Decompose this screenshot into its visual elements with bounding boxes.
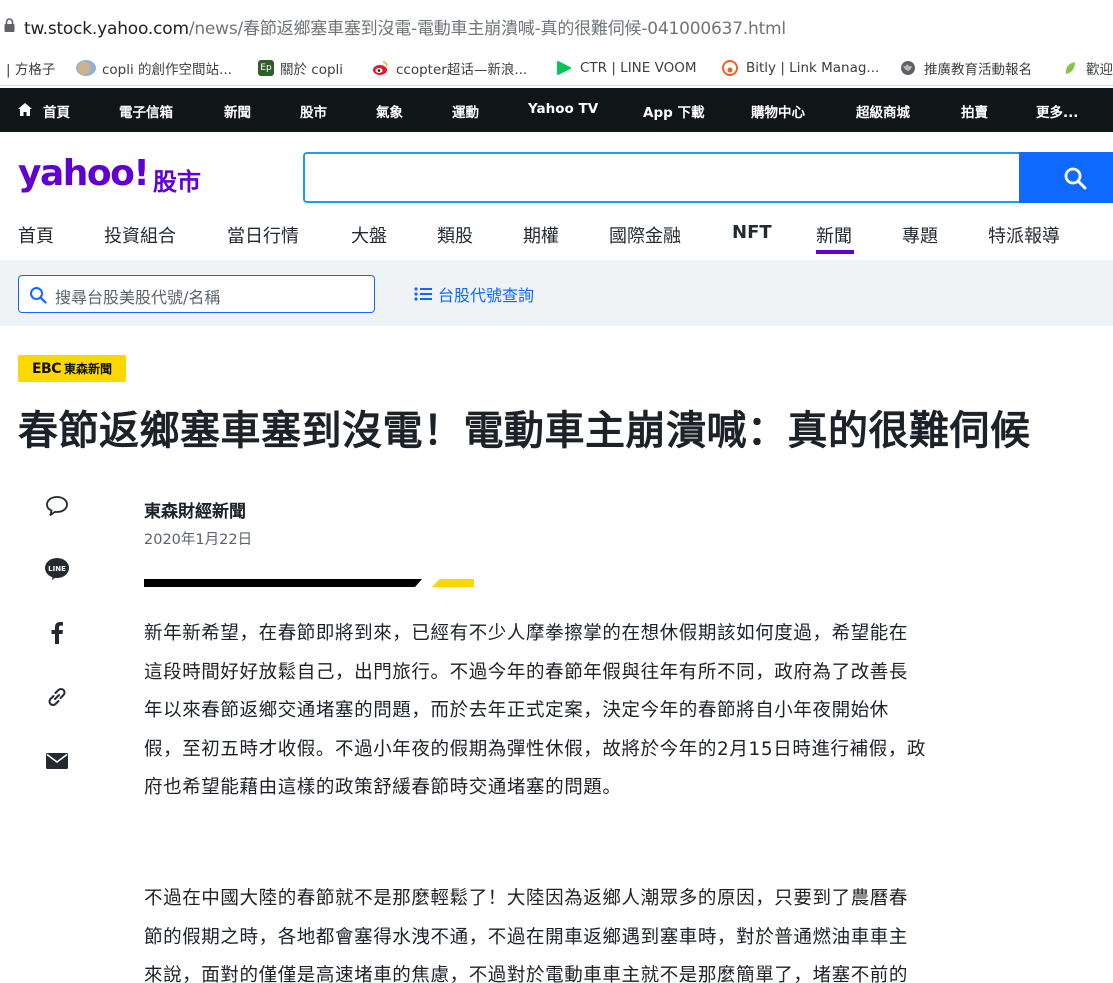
stock-category-nav: 首頁 投資組合 當日行情 大盤 類股 期權 國際金融 NFT 新聞 專題 特派報… bbox=[0, 208, 1113, 258]
line-icon: LINE bbox=[45, 558, 69, 580]
yahoo-logo[interactable]: yahoo! bbox=[18, 156, 150, 192]
tab-news[interactable]: 新聞 bbox=[816, 222, 852, 248]
list-icon bbox=[414, 287, 432, 301]
line-share-button[interactable]: LINE bbox=[42, 554, 72, 584]
article-paragraph: 不過在中國大陸的春節就不是那麼輕鬆了！大陸因為返鄉人潮眾多的原因，只要到了農曆春… bbox=[144, 880, 1014, 983]
leaf-icon bbox=[1065, 62, 1075, 74]
byline-divider-accent bbox=[432, 579, 474, 587]
site-search-input[interactable] bbox=[303, 152, 1019, 203]
bookmark-label: Bitly | Link Manag... bbox=[746, 60, 880, 76]
bookmark-label: ccopter超话—新浪... bbox=[396, 62, 528, 78]
bookmark-label: copli 的創作空間站... bbox=[102, 62, 232, 78]
tab-portfolio[interactable]: 投資組合 bbox=[104, 222, 176, 248]
site-search-button[interactable] bbox=[1019, 152, 1113, 203]
topnav-item-home[interactable]: 首頁 bbox=[43, 101, 70, 121]
paragraph-line: 府也希望能藉由這樣的政策舒緩春節時交通堵塞的問題。 bbox=[144, 777, 622, 798]
copy-link-button[interactable] bbox=[42, 682, 72, 712]
topnav-item-shopping[interactable]: 購物中心 bbox=[751, 101, 805, 121]
bookmark-label: 推廣教育活動報名 bbox=[924, 62, 1032, 78]
globe-icon bbox=[901, 61, 915, 75]
article-paragraph: 新年新希望，在春節即將到來，已經有不少人摩拳擦掌的在想休假期該如何度過，希望能在… bbox=[144, 615, 1014, 808]
weibo-icon bbox=[373, 61, 388, 75]
bookmark-item[interactable]: Bitly | Link Manag... bbox=[720, 57, 879, 79]
tab-topics[interactable]: 專題 bbox=[902, 222, 938, 248]
topnav-item-yahoo-tv[interactable]: Yahoo TV bbox=[528, 101, 598, 117]
bookmark-item[interactable]: ccopter超话—新浪... bbox=[370, 57, 527, 79]
tab-global-finance[interactable]: 國際金融 bbox=[609, 222, 681, 248]
ebc-source-label: 東森新聞 bbox=[64, 362, 113, 376]
bookmarks-bar: | 方格子 copli 的創作空間站... Ep 關於 copli ccopte… bbox=[0, 50, 1113, 86]
url-text[interactable]: tw.stock.yahoo.com/news/春節返鄉塞車塞到沒電-電動車主崩… bbox=[24, 14, 786, 39]
topnav-item-mail[interactable]: 電子信箱 bbox=[119, 101, 173, 121]
address-bar[interactable]: tw.stock.yahoo.com/news/春節返鄉塞車塞到沒電-電動車主崩… bbox=[0, 0, 1113, 50]
bookmark-label: 關於 copli bbox=[280, 62, 344, 78]
bitly-icon bbox=[722, 60, 738, 76]
stock-code-lookup-label: 台股代號查詢 bbox=[438, 286, 535, 305]
tab-sectors[interactable]: 類股 bbox=[437, 222, 473, 248]
bookmark-label: | 方格子 bbox=[6, 62, 56, 78]
stock-search-input[interactable]: 搜尋台股美股代號/名稱 bbox=[18, 275, 375, 313]
article-author[interactable]: 東森財經新聞 bbox=[144, 497, 246, 522]
topnav-item-more[interactable]: 更多... bbox=[1036, 101, 1078, 121]
paragraph-line: 新年新希望，在春節即將到來，已經有不少人摩拳擦掌的在想休假期該如何度過，希望能在 bbox=[144, 623, 909, 644]
stock-search-strip: 搜尋台股美股代號/名稱 台股代號查詢 bbox=[0, 260, 1113, 326]
email-share-button[interactable] bbox=[42, 746, 72, 776]
facebook-icon bbox=[51, 622, 63, 644]
byline-divider bbox=[144, 579, 422, 587]
facebook-share-button[interactable] bbox=[42, 618, 72, 648]
copli-icon bbox=[76, 60, 96, 76]
stock-search-placeholder: 搜尋台股美股代號/名稱 bbox=[55, 288, 221, 307]
home-icon[interactable] bbox=[18, 103, 32, 116]
tab-special-reports[interactable]: 特派報導 bbox=[988, 222, 1060, 248]
active-tab-indicator bbox=[816, 250, 854, 254]
topnav-item-auction[interactable]: 拍賣 bbox=[961, 101, 988, 121]
tab-home[interactable]: 首頁 bbox=[18, 222, 54, 248]
tab-market-index[interactable]: 大盤 bbox=[351, 222, 387, 248]
paragraph-line: 假，至初五時才收假。不過小年夜的假期為彈性休假，故將於今年的2月15日時進行補假… bbox=[144, 738, 927, 760]
bookmark-item[interactable]: | 方格子 bbox=[6, 57, 55, 79]
topnav-item-sports[interactable]: 運動 bbox=[452, 101, 479, 121]
bookmark-label: CTR | LINE VOOM bbox=[580, 60, 697, 76]
tab-daily-quotes[interactable]: 當日行情 bbox=[227, 222, 299, 248]
paragraph-line: 節的假期之時，各地都會塞得水洩不通，不過在開車返鄉遇到塞車時，對於普通燃油車車主 bbox=[144, 926, 909, 948]
ep-icon: Ep bbox=[258, 60, 274, 76]
bookmark-item[interactable]: 推廣教育活動報名 bbox=[898, 57, 1032, 79]
yahoo-top-nav: 首頁 電子信箱 新聞 股市 氣象 運動 Yahoo TV App 下載 購物中心… bbox=[0, 88, 1113, 132]
topnav-item-mall[interactable]: 超級商城 bbox=[856, 101, 910, 121]
bookmark-item[interactable]: Ep 關於 copli bbox=[258, 57, 343, 79]
url-host: tw.stock.yahoo.com bbox=[24, 19, 189, 39]
mail-icon bbox=[46, 753, 68, 769]
article-date: 2020年1月22日 bbox=[144, 532, 253, 548]
search-icon bbox=[1064, 167, 1087, 190]
paragraph-line: 不過在中國大陸的春節就不是那麼輕鬆了！大陸因為返鄉人潮眾多的原因，只要到了農曆春 bbox=[144, 888, 909, 909]
link-icon bbox=[48, 687, 66, 707]
comment-icon bbox=[46, 496, 68, 516]
paragraph-line: 來說，面對的僅僅是高速堵車的焦慮，不過對於電動車車主就不是那麼簡單了，堵塞不前的 bbox=[144, 965, 909, 983]
bookmark-item[interactable]: 歡迎 bbox=[1060, 57, 1113, 79]
bookmark-item[interactable]: CTR | LINE VOOM bbox=[554, 57, 697, 79]
logo-section-label[interactable]: 股市 bbox=[153, 162, 201, 197]
tab-nft[interactable]: NFT bbox=[732, 222, 772, 243]
bookmark-item[interactable]: copli 的創作空間站... bbox=[76, 57, 232, 79]
topnav-item-weather[interactable]: 氣象 bbox=[376, 101, 403, 121]
stock-code-lookup-link[interactable]: 台股代號查詢 bbox=[414, 282, 534, 306]
comment-button[interactable] bbox=[42, 491, 72, 521]
stock-header: yahoo! 股市 bbox=[0, 132, 1113, 208]
topnav-item-stock[interactable]: 股市 bbox=[300, 101, 327, 121]
lock-icon bbox=[4, 18, 15, 32]
ebc-source-badge[interactable]: EBC 東森新聞 bbox=[18, 355, 126, 382]
svg-text:LINE: LINE bbox=[48, 565, 66, 573]
tab-options[interactable]: 期權 bbox=[523, 222, 559, 248]
article-title: 春節返鄉塞車塞到沒電！電動車主崩潰喊：真的很難伺候 bbox=[18, 408, 1031, 454]
line-voom-icon bbox=[557, 61, 571, 75]
topnav-item-app-download[interactable]: App 下載 bbox=[643, 101, 704, 121]
paragraph-line: 這段時間好好放鬆自己，出門旅行。不過今年的春節年假與往年有所不同，政府為了改善長 bbox=[144, 661, 909, 683]
ebc-logo-mark: EBC bbox=[31, 360, 62, 377]
bookmark-label: 歡迎 bbox=[1086, 62, 1113, 78]
paragraph-line: 年以來春節返鄉交通堵塞的問題，而於去年正式定案，決定今年的春節將自小年夜開始休 bbox=[144, 700, 889, 721]
url-path: /news/春節返鄉塞車塞到沒電-電動車主崩潰喊-真的很難伺候-04100063… bbox=[188, 19, 786, 39]
search-icon bbox=[30, 287, 47, 304]
topnav-item-news[interactable]: 新聞 bbox=[224, 101, 251, 121]
